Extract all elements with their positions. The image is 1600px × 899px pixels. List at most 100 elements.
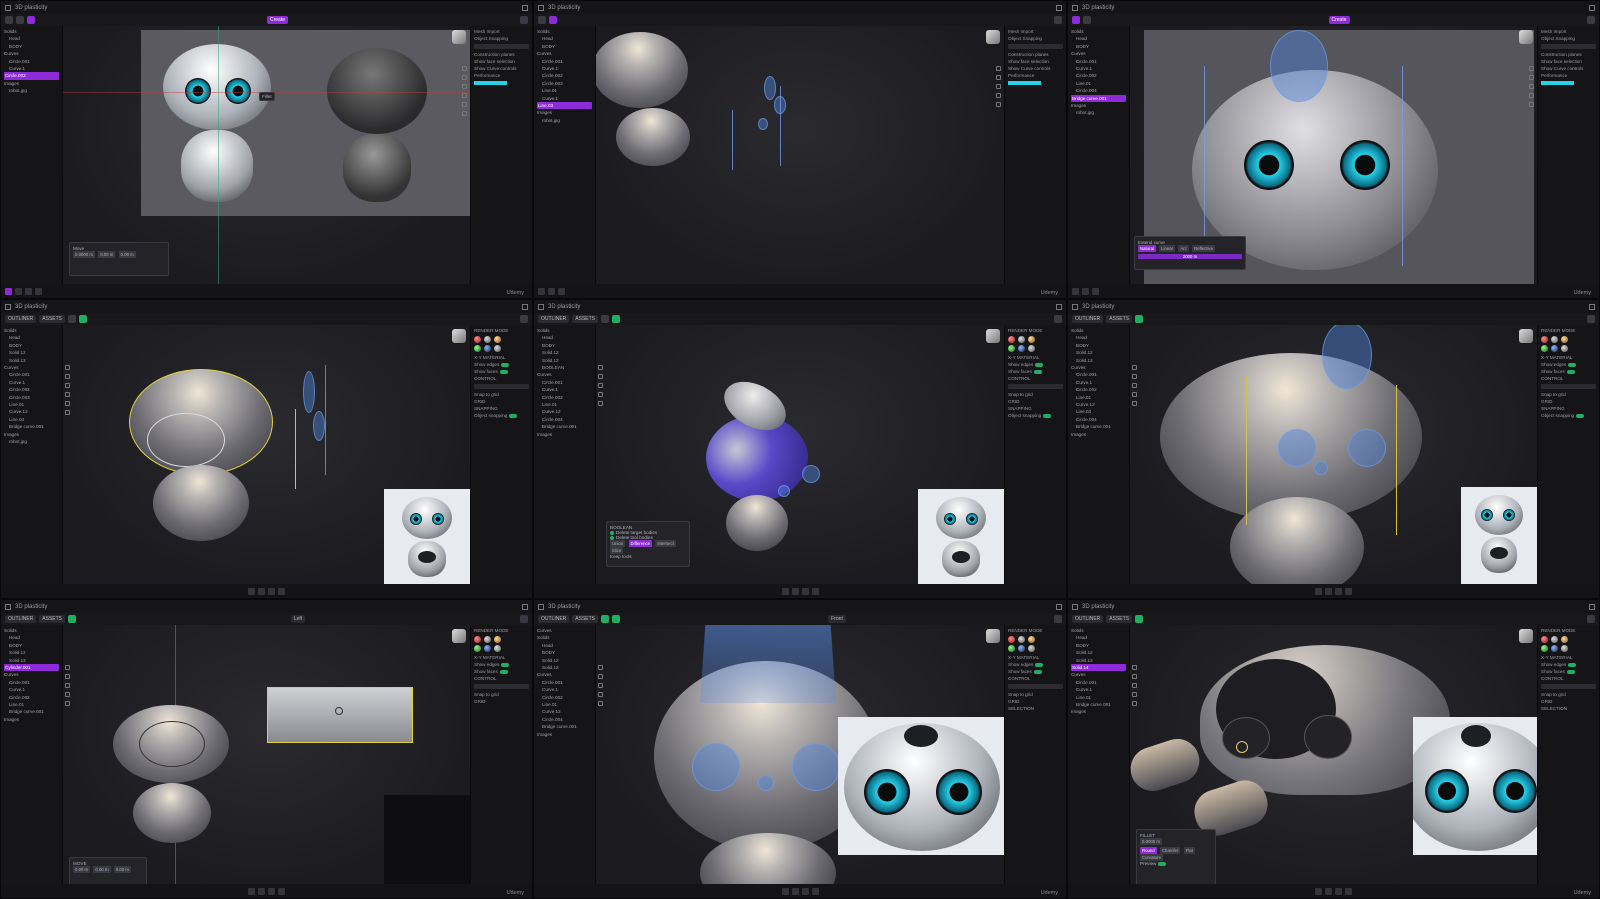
value-field[interactable]: 0.00 m (113, 866, 131, 873)
prop-label[interactable]: Object snapping (1541, 412, 1596, 419)
outliner-item[interactable]: Solid.12 (537, 349, 592, 356)
select-mode-icon[interactable] (612, 315, 621, 323)
curve-tool-icon[interactable] (1132, 692, 1137, 697)
value-field[interactable]: 0.00 m (118, 251, 136, 258)
outliner-item[interactable]: BODY (1071, 342, 1126, 349)
prop-label[interactable]: Show faces (1541, 668, 1596, 675)
fillet-handle-icon[interactable] (1236, 741, 1248, 753)
material-swatch[interactable] (1028, 636, 1035, 643)
grid-icon[interactable] (791, 887, 799, 895)
show-faces-toggle[interactable] (1033, 369, 1042, 374)
material-swatch[interactable] (1551, 636, 1558, 643)
tab-assets[interactable]: ASSETS (1106, 315, 1133, 323)
material-swatch[interactable] (1028, 645, 1035, 652)
circle-tool-icon[interactable] (1529, 75, 1534, 80)
show-faces-toggle[interactable] (499, 669, 508, 674)
outliner-item[interactable]: Curve.12 (1071, 401, 1126, 408)
outliner-item[interactable]: Solid.12 (537, 657, 592, 664)
mode-tab-create[interactable]: Create (1328, 16, 1350, 24)
rect-tool-icon[interactable] (996, 84, 1001, 89)
outliner-item[interactable]: Solid.13 (4, 657, 59, 664)
outliner-item[interactable]: Solid.12 (4, 349, 59, 356)
outliner-item[interactable]: Curve.1 (1071, 65, 1126, 72)
circle-tool-icon[interactable] (1132, 374, 1137, 379)
outliner-item[interactable]: Curves (537, 671, 592, 678)
line-tool-icon[interactable] (1529, 66, 1534, 71)
distance-field[interactable]: 2000 m (1138, 254, 1242, 259)
outliner-item[interactable]: Solid.12 (1071, 649, 1126, 656)
snapping-toggle[interactable] (1576, 413, 1585, 418)
material-swatch[interactable] (474, 636, 481, 643)
grid-icon[interactable] (1082, 287, 1089, 295)
circle-tool-icon[interactable] (598, 674, 603, 679)
outliner-item[interactable]: Circle.001 (537, 58, 592, 65)
prop-label[interactable]: Snap to grid (474, 691, 529, 698)
view-icon[interactable] (1587, 615, 1595, 623)
close-icon[interactable] (522, 4, 528, 11)
outliner-item[interactable]: Images (1071, 431, 1126, 438)
viewport[interactable]: Extend curve Natural Linear Arc Reflecti… (1130, 26, 1537, 284)
view-icon[interactable] (1587, 315, 1595, 323)
grid-icon[interactable] (258, 887, 265, 895)
outliner-item[interactable]: Curve.1 (1071, 686, 1126, 693)
view-cube-icon[interactable] (986, 30, 1000, 44)
prop-label[interactable]: Snap to grid (1008, 691, 1063, 698)
circle-tool-icon[interactable] (1132, 674, 1137, 679)
tab-outliner[interactable]: OUTLINER (5, 615, 37, 623)
prop-label[interactable]: Show faces (1008, 368, 1063, 375)
prop-label[interactable]: Show Curve controls (1541, 65, 1596, 72)
select-icon[interactable] (248, 887, 255, 895)
prop-button[interactable] (1541, 684, 1596, 689)
option-chip[interactable]: Natural (1138, 245, 1156, 252)
prop-label[interactable]: Show Curve controls (1008, 65, 1063, 72)
curve-tool-icon[interactable] (1132, 392, 1137, 397)
outliner-item[interactable]: Images (4, 80, 59, 87)
op-slice[interactable]: Slice (610, 547, 624, 554)
material-swatch[interactable] (1018, 336, 1025, 343)
outliner-item[interactable]: Curve.1 (537, 95, 592, 102)
outliner-item[interactable]: Curve.1 (537, 386, 592, 393)
outliner-item[interactable]: Head (537, 334, 592, 341)
outliner-item[interactable]: Images (4, 716, 59, 723)
outliner-item[interactable]: Line.01 (4, 701, 59, 708)
material-swatch[interactable] (1541, 345, 1548, 352)
prop-button[interactable] (474, 684, 529, 689)
material-swatch[interactable] (1561, 636, 1568, 643)
tab-outliner[interactable]: OUTLINER (538, 615, 570, 623)
prop-label[interactable]: Show faces (474, 368, 529, 375)
outliner-item[interactable]: Solid.12 (1071, 349, 1126, 356)
select-mode-icon[interactable] (27, 16, 35, 24)
material-swatch[interactable] (1541, 336, 1548, 343)
value-field[interactable]: 0.00 m (93, 866, 111, 873)
line-tool-icon[interactable] (1132, 665, 1137, 670)
outliner-item[interactable]: Head (1071, 35, 1126, 42)
outliner-item[interactable]: Line.01 (4, 401, 59, 408)
menu-icon[interactable] (5, 303, 11, 310)
option-chip[interactable]: Arc (1178, 245, 1189, 252)
outliner-item[interactable]: Circle.002 (537, 394, 592, 401)
viewport[interactable]: Fillet Move 0.0000 m 0.00 m 0.00 m (63, 26, 470, 284)
outliner-item[interactable]: Images (537, 109, 592, 116)
rect-tool-icon[interactable] (65, 383, 70, 388)
outliner-item[interactable]: Curve.1 (4, 686, 59, 693)
prop-label[interactable]: Snap to grid (1541, 691, 1596, 698)
material-swatch[interactable] (1028, 336, 1035, 343)
material-swatch[interactable] (1561, 345, 1568, 352)
view-icon[interactable] (1587, 16, 1596, 24)
rect-tool-icon[interactable] (462, 84, 467, 89)
show-edges-toggle[interactable] (1568, 362, 1577, 367)
prop-label[interactable]: Show faces (474, 668, 529, 675)
material-swatch[interactable] (474, 645, 481, 652)
viewport[interactable] (1130, 325, 1537, 584)
camera-icon[interactable] (35, 287, 42, 295)
outliner-item[interactable]: Head (1071, 634, 1126, 641)
view-cube-icon[interactable] (986, 629, 1000, 643)
circle-tool-icon[interactable] (996, 75, 1001, 80)
outliner-item[interactable]: Curve.12 (4, 408, 59, 415)
outliner-item[interactable]: Solid.13 (1071, 657, 1126, 664)
outliner-item[interactable]: BODY (4, 342, 59, 349)
extrude-tool-icon[interactable] (1132, 401, 1137, 406)
outliner-item[interactable]: Circle.001 (1071, 58, 1126, 65)
outliner-item[interactable]: Images (537, 431, 592, 438)
option-chip[interactable]: Reflective (1192, 245, 1215, 252)
